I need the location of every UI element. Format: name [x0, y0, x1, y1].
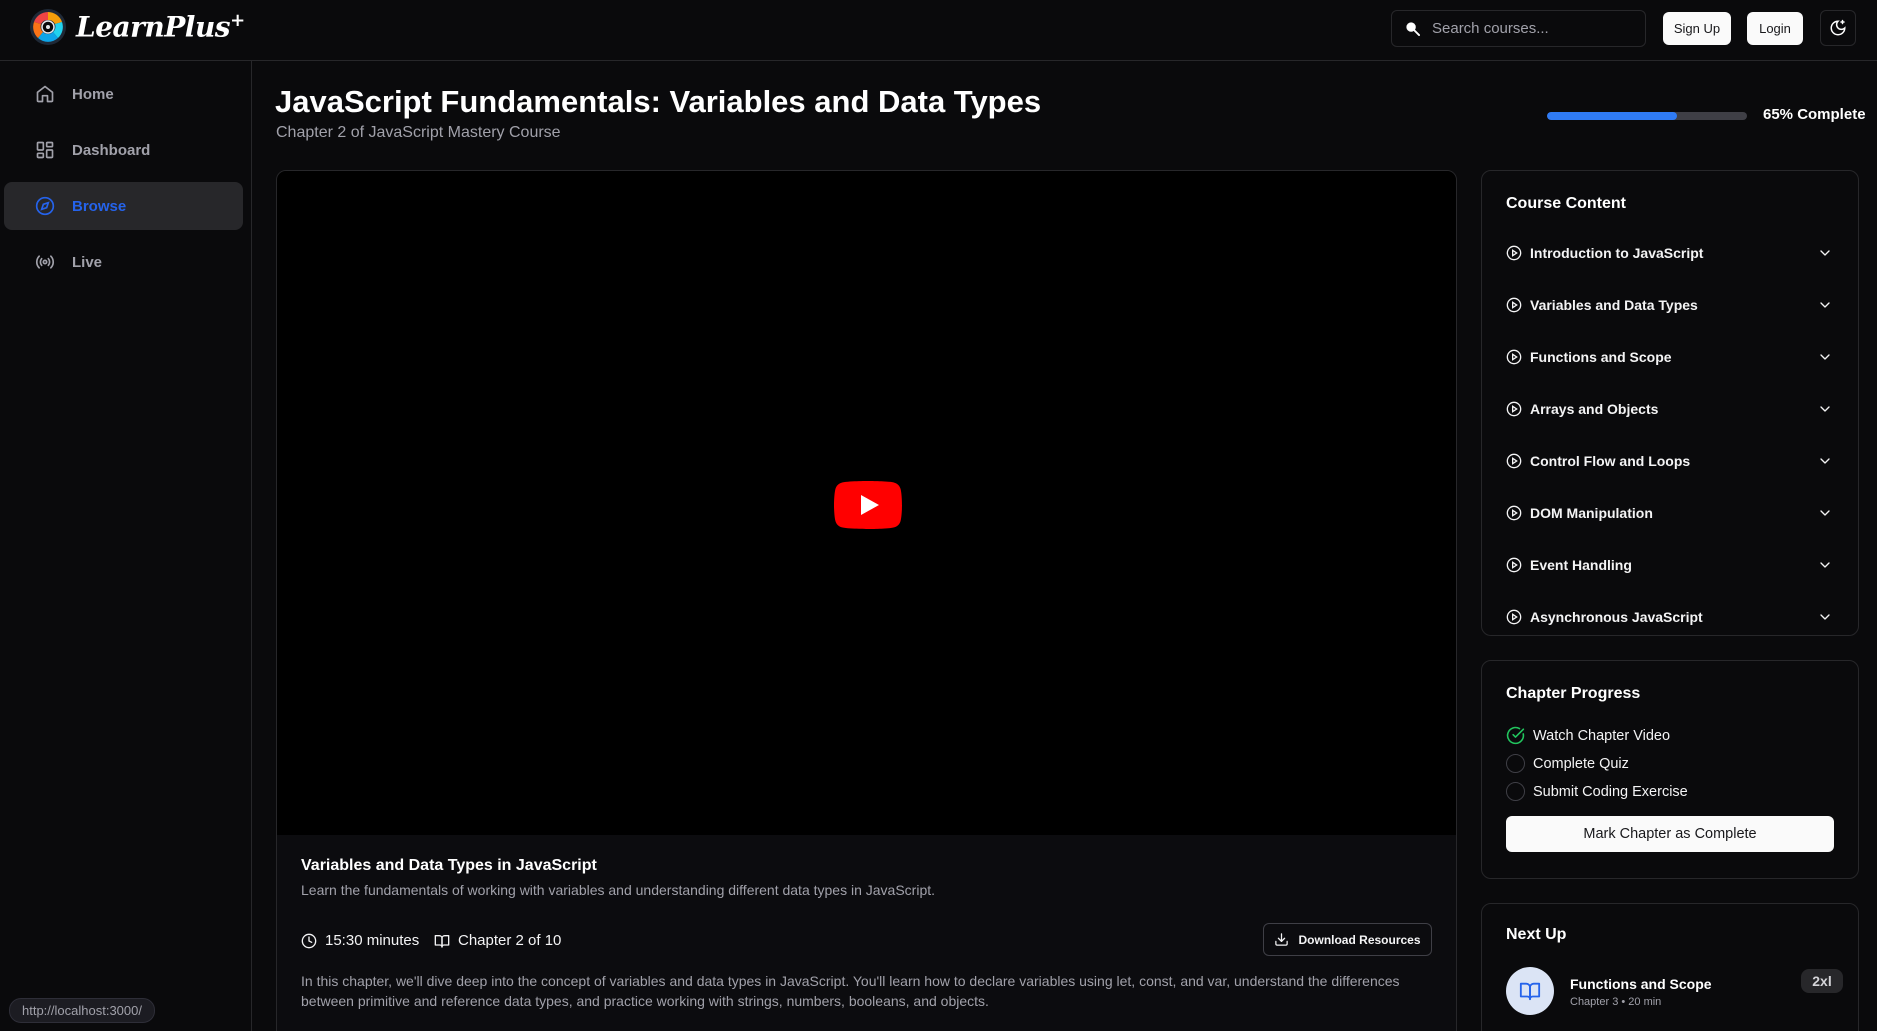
sidebar: Home Dashboard Browse Live: [0, 61, 252, 1031]
chapter-text: Chapter 2 of 10: [458, 932, 562, 949]
search-input[interactable]: [1432, 20, 1632, 37]
chapter-label: Introduction to JavaScript: [1530, 245, 1704, 261]
task-watch-video[interactable]: Watch Chapter Video: [1506, 726, 1670, 745]
logo-text: LearnPlus+: [76, 10, 245, 44]
chapter-label: Control Flow and Loops: [1530, 453, 1691, 469]
sidebar-item-browse[interactable]: Browse: [4, 182, 243, 230]
chapter-label: Arrays and Objects: [1530, 401, 1659, 417]
dashboard-icon: [36, 141, 54, 159]
play-circle-icon: [1506, 297, 1522, 313]
chapter-label: DOM Manipulation: [1530, 505, 1653, 521]
search-icon: [1406, 22, 1420, 36]
theme-toggle-button[interactable]: [1820, 10, 1856, 46]
video-card: Variables and Data Types in JavaScript L…: [276, 170, 1457, 1031]
chevron-down-icon[interactable]: [1817, 245, 1833, 261]
next-chapter-thumbnail[interactable]: [1506, 967, 1554, 1015]
page-title: JavaScript Fundamentals: Variables and D…: [275, 84, 1042, 119]
chapter-item[interactable]: Functions and Scope: [1506, 345, 1833, 369]
video-duration: 15:30 minutes: [301, 932, 419, 949]
chevron-down-icon[interactable]: [1817, 349, 1833, 365]
chevron-down-icon[interactable]: [1817, 505, 1833, 521]
moon-sun-icon: [1830, 19, 1846, 36]
sidebar-item-live[interactable]: Live: [4, 238, 243, 286]
sidebar-item-label: Browse: [72, 197, 127, 215]
play-circle-icon: [1506, 349, 1522, 365]
chapter-progress-panel: Chapter Progress Watch Chapter Video Com…: [1481, 660, 1859, 879]
home-icon: [36, 85, 54, 103]
login-button[interactable]: Login: [1747, 12, 1803, 45]
empty-circle-icon: [1506, 754, 1525, 773]
clock-icon: [301, 933, 317, 948]
course-content-panel: Course Content Introduction to JavaScrip…: [1481, 170, 1859, 636]
task-label: Submit Coding Exercise: [1533, 783, 1688, 800]
chapter-label: Variables and Data Types: [1530, 297, 1698, 313]
next-chapter-title[interactable]: Functions and Scope: [1570, 976, 1712, 992]
next-up-panel: Next Up Functions and Scope Chapter 3 • …: [1481, 903, 1859, 1031]
chevron-down-icon[interactable]: [1817, 297, 1833, 313]
course-progress-label: 65% Complete: [1763, 106, 1866, 123]
chapter-item[interactable]: Asynchronous JavaScript: [1506, 605, 1833, 629]
play-circle-icon: [1506, 245, 1522, 261]
chapter-item[interactable]: DOM Manipulation: [1506, 501, 1833, 525]
logo[interactable]: LearnPlus+: [24, 4, 245, 50]
sidebar-item-dashboard[interactable]: Dashboard: [4, 126, 243, 174]
play-circle-icon: [1506, 609, 1522, 625]
course-progress-bar: [1547, 112, 1747, 120]
chapter-item[interactable]: Variables and Data Types: [1506, 293, 1833, 317]
youtube-play-icon[interactable]: [834, 481, 902, 529]
speed-badge: 2xl: [1801, 969, 1843, 993]
video-player[interactable]: [277, 171, 1456, 835]
play-circle-icon: [1506, 401, 1522, 417]
next-up-title: Next Up: [1506, 926, 1567, 943]
chapter-label: Asynchronous JavaScript: [1530, 609, 1703, 625]
play-circle-icon: [1506, 557, 1522, 573]
chapter-item[interactable]: Event Handling: [1506, 553, 1833, 577]
sign-up-button[interactable]: Sign Up: [1663, 12, 1731, 45]
play-circle-icon: [1506, 505, 1522, 521]
task-submit-exercise[interactable]: Submit Coding Exercise: [1506, 782, 1688, 801]
sidebar-item-home[interactable]: Home: [4, 70, 243, 118]
book-icon: [434, 934, 450, 948]
course-progress-fill: [1547, 112, 1677, 120]
search-box[interactable]: [1391, 10, 1646, 47]
empty-circle-icon: [1506, 782, 1525, 801]
chapter-long-description: In this chapter, we'll dive deep into th…: [301, 973, 1400, 1009]
sidebar-item-label: Dashboard: [72, 141, 151, 159]
video-title: Variables and Data Types in JavaScript: [301, 857, 597, 874]
next-chapter-meta: Chapter 3 • 20 min: [1570, 996, 1662, 1008]
play-circle-icon: [1506, 453, 1522, 469]
sidebar-item-label: Home: [72, 85, 114, 103]
course-content-title: Course Content: [1506, 195, 1626, 212]
chapter-label: Functions and Scope: [1530, 349, 1672, 365]
duration-text: 15:30 minutes: [325, 932, 420, 949]
compass-icon: [35, 196, 55, 216]
mark-complete-button[interactable]: Mark Chapter as Complete: [1506, 816, 1834, 852]
chapter-item[interactable]: Introduction to JavaScript: [1506, 241, 1833, 265]
status-url: http://localhost:3000/: [9, 998, 155, 1023]
task-label: Watch Chapter Video: [1533, 727, 1671, 744]
download-resources-button[interactable]: Download Resources: [1263, 923, 1432, 956]
download-icon: [1275, 933, 1289, 946]
broadcast-icon: [35, 255, 55, 269]
chevron-down-icon[interactable]: [1817, 609, 1833, 625]
download-label: Download Resources: [1298, 932, 1421, 947]
logo-icon: [30, 9, 66, 45]
task-label: Complete Quiz: [1533, 755, 1629, 772]
task-complete-quiz[interactable]: Complete Quiz: [1506, 754, 1629, 773]
sidebar-item-label: Live: [72, 253, 103, 271]
page-subtitle: Chapter 2 of JavaScript Mastery Course: [276, 124, 561, 141]
book-open-icon: [1519, 982, 1541, 1001]
chevron-down-icon[interactable]: [1817, 557, 1833, 573]
chevron-down-icon[interactable]: [1817, 453, 1833, 469]
chapter-label: Event Handling: [1530, 557, 1632, 573]
video-description: Learn the fundamentals of working with v…: [301, 882, 936, 898]
chevron-down-icon[interactable]: [1817, 401, 1833, 417]
chapter-progress-title: Chapter Progress: [1506, 685, 1641, 702]
check-circle-icon: [1506, 726, 1525, 745]
top-bar: LearnPlus+ Sign Up Login: [0, 0, 1877, 61]
chapter-item[interactable]: Control Flow and Loops: [1506, 449, 1833, 473]
video-chapter: Chapter 2 of 10: [434, 932, 561, 949]
chapter-item[interactable]: Arrays and Objects: [1506, 397, 1833, 421]
